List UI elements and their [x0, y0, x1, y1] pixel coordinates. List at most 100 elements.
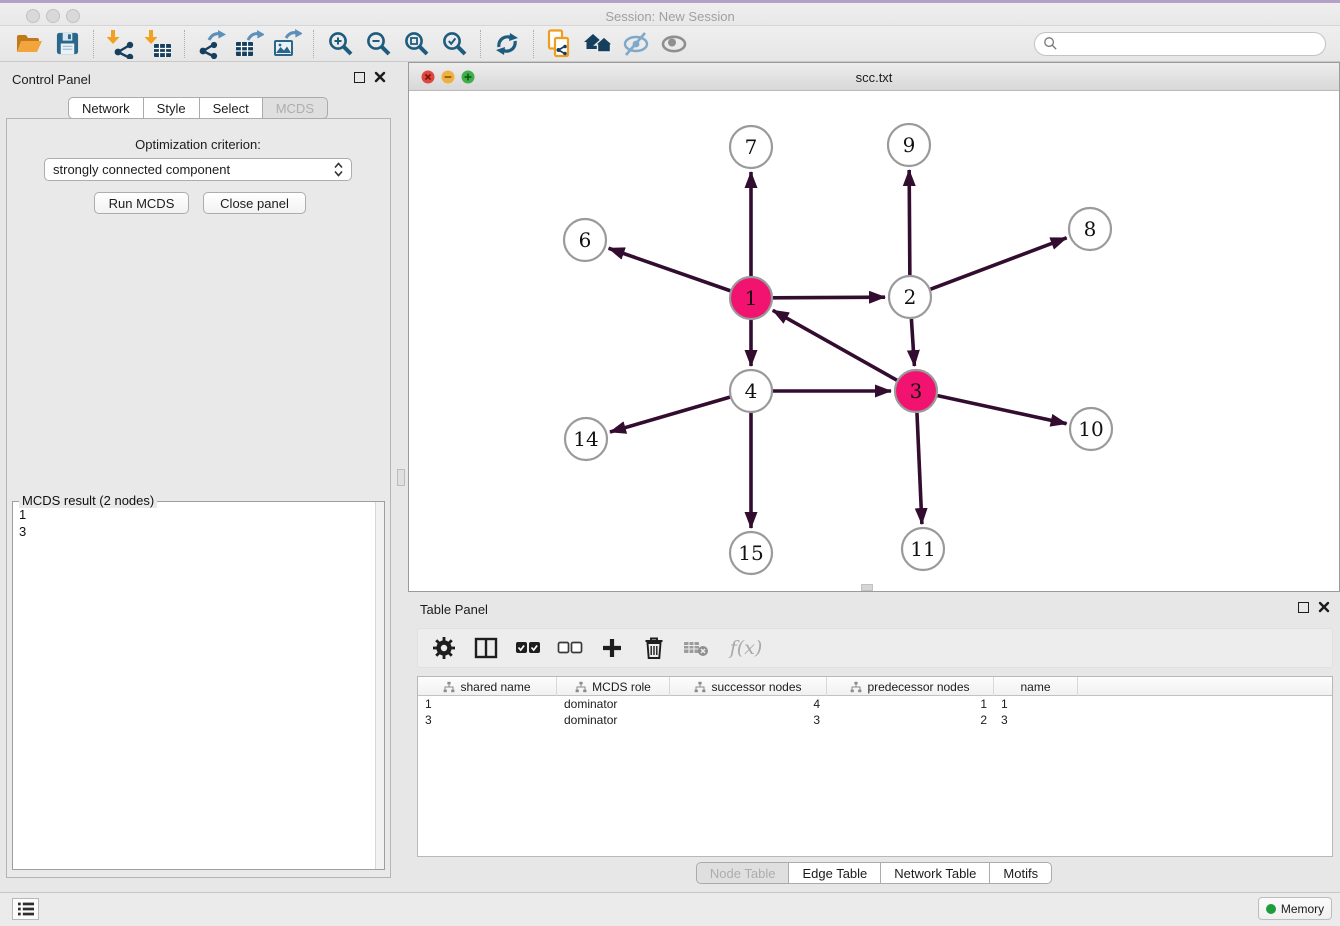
- graph-node-label: 2: [904, 285, 917, 309]
- sort-tree-icon: [694, 681, 706, 693]
- show-panels-button[interactable]: [657, 29, 691, 59]
- tab-mcds[interactable]: MCDS: [263, 97, 328, 119]
- optimization-criterion-label: Optimization criterion:: [0, 137, 396, 152]
- graph-node-label: 9: [903, 133, 916, 157]
- add-column-button[interactable]: [596, 632, 628, 664]
- panel-splitter-handle[interactable]: [397, 469, 405, 486]
- node-table-body: 1dominator4113dominator323: [418, 696, 1332, 728]
- zoom-selected-button[interactable]: [437, 29, 471, 59]
- control-panel-title: Control Panel: [12, 72, 91, 87]
- import-table-button[interactable]: [141, 29, 175, 59]
- graph-edge-4-14[interactable]: [610, 397, 730, 432]
- tab-edge-table[interactable]: Edge Table: [789, 862, 881, 884]
- unchecked-boxes-icon: [557, 641, 583, 655]
- column-header[interactable]: MCDS role: [557, 677, 670, 696]
- graph-edge-1-2[interactable]: [773, 297, 885, 298]
- zoom-in-button[interactable]: [323, 29, 357, 59]
- close-panel-button[interactable]: Close panel: [203, 192, 306, 214]
- tab-network[interactable]: Network: [68, 97, 144, 119]
- graph-edge-2-8[interactable]: [931, 238, 1067, 289]
- export-image-icon: [272, 29, 302, 59]
- task-history-button[interactable]: [12, 898, 39, 920]
- refresh-icon: [493, 30, 521, 58]
- graph-node-label: 4: [745, 379, 758, 403]
- graph-edge-3-10[interactable]: [937, 396, 1066, 424]
- unselect-all-columns-button[interactable]: [554, 632, 586, 664]
- trash-icon: [643, 636, 665, 660]
- zoom-out-icon: [365, 30, 392, 57]
- graph-edge-3-11[interactable]: [917, 413, 922, 524]
- toolbar-separator: [480, 30, 481, 58]
- table-cell: 4: [670, 697, 827, 711]
- import-network-button[interactable]: [103, 29, 137, 59]
- tab-network-table[interactable]: Network Table: [881, 862, 990, 884]
- save-session-button[interactable]: [50, 29, 84, 59]
- select-all-columns-button[interactable]: [512, 632, 544, 664]
- table-split-view-button[interactable]: [470, 632, 502, 664]
- graph-node-label: 3: [910, 379, 923, 403]
- search-input[interactable]: [1034, 32, 1326, 56]
- column-header[interactable]: name: [994, 677, 1078, 696]
- delete-columns-button[interactable]: [638, 632, 670, 664]
- mcds-result-scrollbar[interactable]: [375, 502, 384, 869]
- memory-status-icon: [1266, 904, 1276, 914]
- table-row[interactable]: 3dominator323: [418, 712, 1332, 728]
- function-builder-button[interactable]: f(x): [722, 632, 770, 664]
- mcds-result-text[interactable]: 13: [19, 506, 26, 540]
- zoom-fit-button[interactable]: [399, 29, 433, 59]
- home-button[interactable]: [581, 29, 615, 59]
- delete-table-button[interactable]: [680, 632, 712, 664]
- clone-network-button[interactable]: [543, 29, 577, 59]
- table-cell: 1: [418, 697, 557, 711]
- table-toolbar: f(x): [417, 628, 1333, 668]
- graph-edge-3-1[interactable]: [773, 310, 897, 380]
- import-table-icon: [143, 29, 173, 59]
- main-toolbar: [0, 26, 1340, 62]
- table-panel-close-button[interactable]: [1318, 601, 1330, 613]
- network-window-titlebar[interactable]: scc.txt: [409, 63, 1339, 91]
- fx-icon: f(x): [730, 637, 763, 659]
- open-session-button[interactable]: [12, 29, 46, 59]
- export-table-button[interactable]: [232, 29, 266, 59]
- column-header[interactable]: shared name: [418, 677, 557, 696]
- zoom-out-button[interactable]: [361, 29, 395, 59]
- optimization-criterion-select[interactable]: strongly connected component: [44, 158, 352, 181]
- graph-edge-2-3[interactable]: [911, 319, 914, 366]
- tab-motifs[interactable]: Motifs: [990, 862, 1052, 884]
- hide-panels-button[interactable]: [619, 29, 653, 59]
- table-row[interactable]: 1dominator411: [418, 696, 1332, 712]
- table-cell: dominator: [557, 713, 670, 727]
- import-network-icon: [105, 29, 135, 59]
- control-panel-close-button[interactable]: [374, 71, 386, 83]
- graph-edge-1-6[interactable]: [609, 248, 731, 290]
- run-mcds-button[interactable]: Run MCDS: [94, 192, 189, 214]
- table-cell: 2: [827, 713, 994, 727]
- export-network-button[interactable]: [194, 29, 228, 59]
- network-canvas[interactable]: 7968124314101511: [409, 91, 1339, 591]
- table-panel-float-button[interactable]: [1298, 602, 1309, 613]
- graph-edge-2-9[interactable]: [909, 170, 910, 275]
- status-bar: [0, 892, 1340, 926]
- delete-table-icon: [683, 638, 709, 658]
- column-header[interactable]: successor nodes: [670, 677, 827, 696]
- window-titlebar: Session: New Session: [0, 0, 1340, 26]
- control-panel-float-button[interactable]: [354, 72, 365, 83]
- control-panel-header: Control Panel: [0, 62, 396, 96]
- memory-label: Memory: [1281, 902, 1324, 916]
- toolbar-separator: [533, 30, 534, 58]
- refresh-button[interactable]: [490, 29, 524, 59]
- mcds-result-title: MCDS result (2 nodes): [19, 493, 157, 508]
- export-image-button[interactable]: [270, 29, 304, 59]
- node-table: shared nameMCDS rolesuccessor nodesprede…: [417, 676, 1333, 857]
- table-settings-button[interactable]: [428, 632, 460, 664]
- canvas-resize-handle[interactable]: [861, 584, 873, 591]
- column-header[interactable]: predecessor nodes: [827, 677, 994, 696]
- tab-node-table[interactable]: Node Table: [696, 862, 790, 884]
- network-graph[interactable]: 7968124314101511: [409, 91, 1339, 591]
- tab-style[interactable]: Style: [144, 97, 200, 119]
- memory-button[interactable]: Memory: [1258, 897, 1332, 920]
- tab-select[interactable]: Select: [200, 97, 263, 119]
- table-panel-tabs: Node Table Edge Table Network Table Moti…: [408, 862, 1340, 884]
- eye-slash-icon: [621, 30, 651, 58]
- network-view-window: scc.txt 7968124314101511: [408, 62, 1340, 592]
